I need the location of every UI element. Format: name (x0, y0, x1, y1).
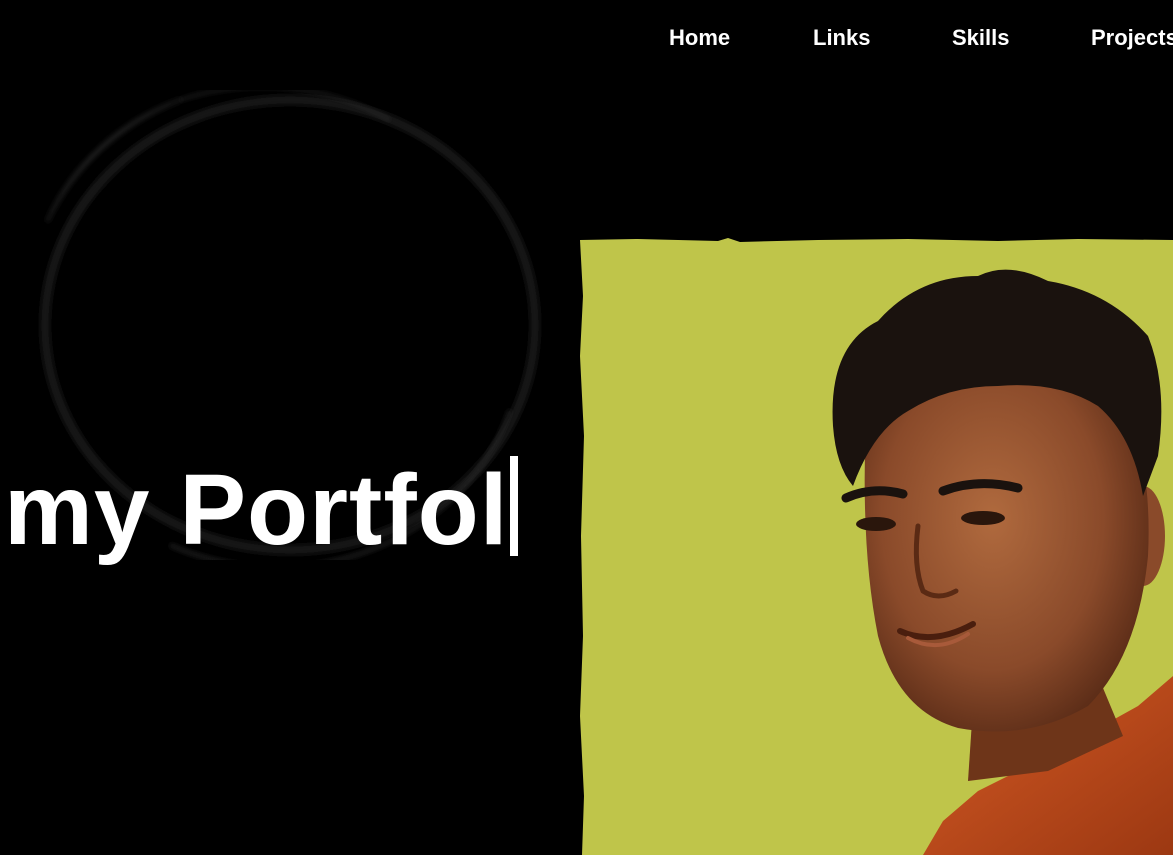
hero-heading: my Portfol (0, 455, 560, 575)
profile-photo-icon (580, 238, 1173, 855)
nav-link-skills[interactable]: Skills (952, 24, 1009, 52)
hero-heading-text-wrap: my Portfol (4, 455, 519, 566)
nav-link-home[interactable]: Home (669, 24, 730, 52)
nav-link-links[interactable]: Links (813, 24, 870, 52)
hero-heading-text: my Portfol (4, 455, 509, 566)
typing-caret-icon (510, 456, 519, 556)
nav-link-projects[interactable]: Projects (1091, 24, 1173, 52)
main-nav: Home Links Skills Projects (669, 24, 1173, 54)
profile-photo (578, 236, 1173, 855)
